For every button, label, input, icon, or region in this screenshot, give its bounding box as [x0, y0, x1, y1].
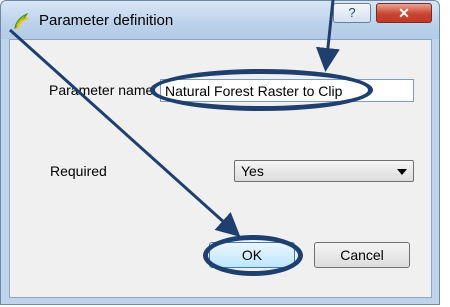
qgis-icon: [14, 12, 29, 30]
close-button[interactable]: ✕: [376, 3, 432, 23]
title-bar[interactable]: Parameter definition ? ✕: [1, 1, 439, 39]
required-select[interactable]: Yes: [234, 160, 414, 182]
required-select-value: Yes: [241, 163, 264, 179]
chevron-down-icon: [397, 169, 407, 175]
parameter-name-input[interactable]: [160, 79, 414, 102]
cancel-button[interactable]: Cancel: [314, 242, 410, 268]
parameter-name-label: Parameter name: [49, 82, 154, 98]
help-button[interactable]: ?: [333, 3, 371, 23]
close-icon: ✕: [398, 5, 410, 21]
ok-button[interactable]: OK: [209, 242, 295, 268]
required-label: Required: [50, 163, 107, 179]
window-title: Parameter definition: [39, 12, 174, 29]
